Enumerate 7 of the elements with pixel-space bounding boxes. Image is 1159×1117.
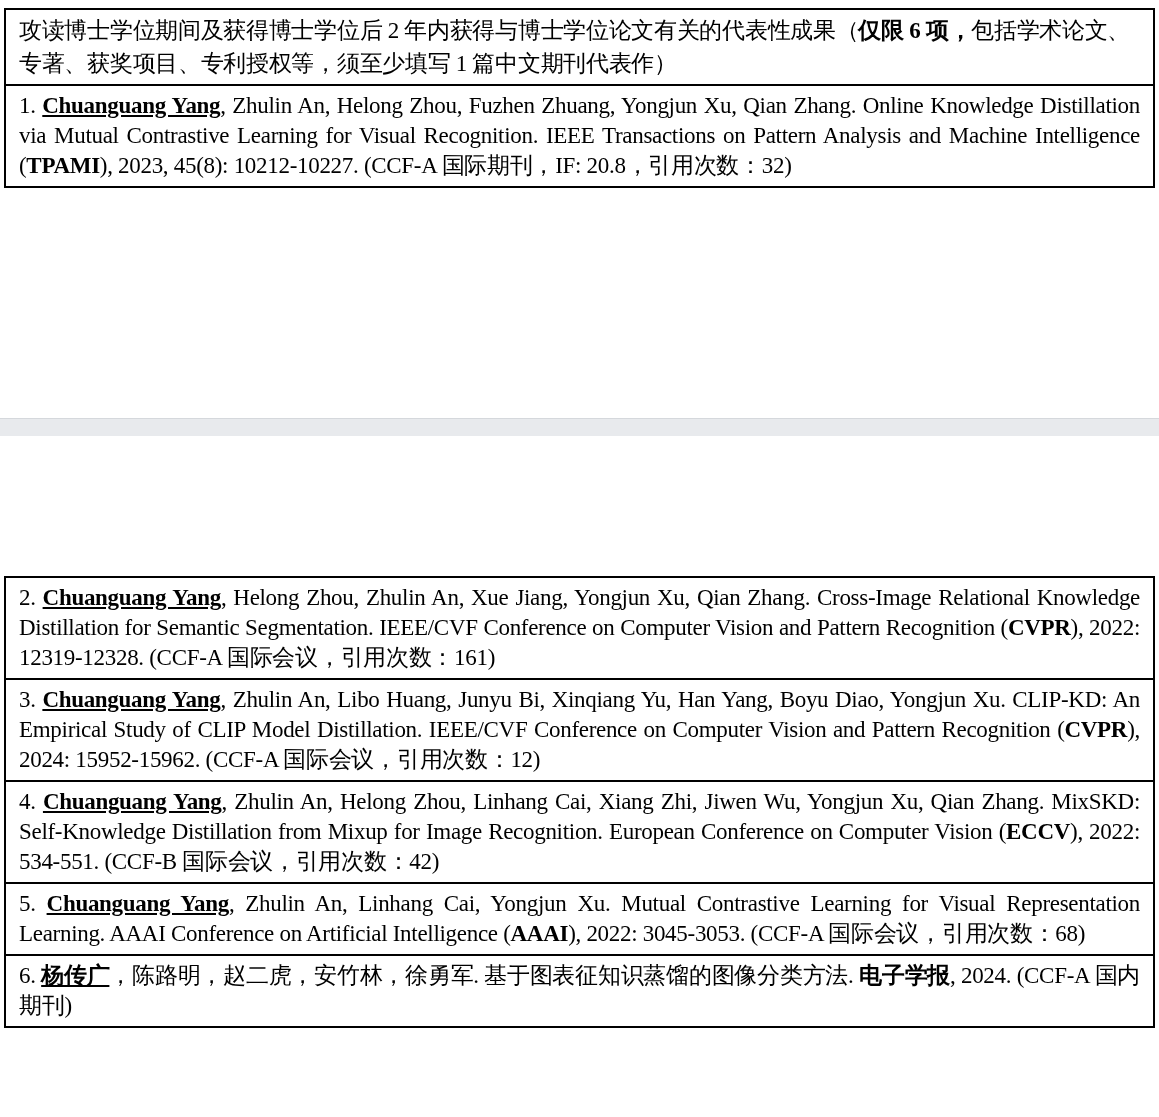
reference-entry: 5. Chuanguang Yang, Zhulin An, Linhang Cai, Yongjun Xu. Mutual Contrastive Learning for Visual Representation Learning. AAAI Conference on Artificial Intelligence (AAAI), 2022: 3045-3053. (CCF-A 国际会议，引用次数：68) — [19, 890, 1140, 948]
reference-entry: 6. 杨传广，陈路明，赵二虎，安竹林，徐勇军. 基于图表征知识蒸馏的图像分类方法. 电子学报, 2024. (CCF-A 国内期刊) — [19, 962, 1140, 1020]
reference-entry: 2. Chuanguang Yang, Helong Zhou, Zhulin An, Xue Jiang, Yongjun Xu, Qian Zhang. Cross-Image Relational Knowledge Distillation for Semantic Segmentation. IEEE/CVF Conference on Computer Vision and Pattern Recognition (CVPR), 2022: 12319-12328. (CCF-A 国际会议，引用次数：161) — [19, 584, 1140, 672]
reference-entry: 3. Chuanguang Yang, Zhulin An, Libo Huang, Junyu Bi, Xinqiang Yu, Han Yang, Boyu Diao, Yongjun Xu. CLIP-KD: An Empirical Study of CLIP Model Distillation. IEEE/CVF Conference on Computer Vision and Pattern Recognition (CVPR), 2024: 15952-15962. (CCF-A 国际会议，引用次数：12) — [19, 686, 1140, 774]
table-heading: 攻读博士学位期间及获得博士学位后 2 年内获得与博士学位论文有关的代表性成果（仅限 6 项，包括学术论文、专著、获奖项目、专利授权等，须至少填写 1 篇中文期刊代表作） — [19, 17, 1132, 78]
reference-entry: 1. Chuanguang Yang, Zhulin An, Helong Zhou, Fuzhen Zhuang, Yongjun Xu, Qian Zhang. Online Knowledge Distillation via Mutual Contrastive Learning for Visual Recognition. IEEE Transactions on Pattern Analysis and Machine Intelligence (TPAMI), 2023, 45(8): 10212-10227. (CCF-A 国际期刊，IF: 20.8，引用次数：32) — [19, 92, 1140, 180]
reference-entry: 4. Chuanguang Yang, Zhulin An, Helong Zhou, Linhang Cai, Xiang Zhi, Jiwen Wu, Yongjun Xu, Qian Zhang. MixSKD: Self-Knowledge Distillation from Mixup for Image Recognition. European Conference on Computer Vision (ECCV), 2022: 534-551. (CCF-B 国际会议，引用次数：42) — [19, 788, 1140, 876]
